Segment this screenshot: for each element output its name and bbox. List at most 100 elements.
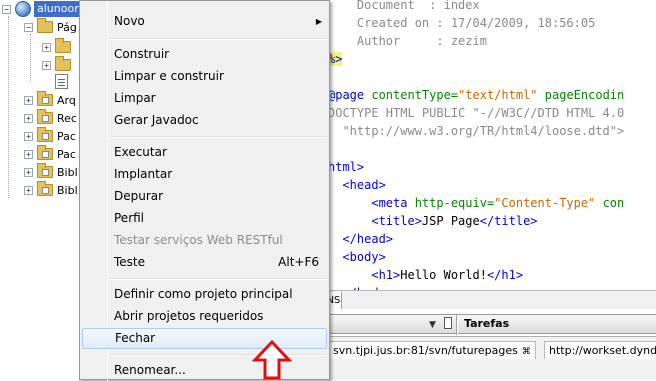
tree-node-label: Pac bbox=[57, 129, 76, 143]
code-line: Document : index bbox=[328, 0, 480, 14]
code-editor[interactable]: Document : index Created on : 17/04/2009… bbox=[326, 0, 656, 290]
tree-connector bbox=[30, 34, 31, 82]
menu-item-teste[interactable]: Teste Alt+F6 bbox=[82, 252, 327, 273]
minimize-window-icon[interactable] bbox=[444, 317, 452, 329]
code-token: </h1> bbox=[486, 268, 524, 282]
expand-icon[interactable]: + bbox=[24, 131, 33, 141]
code-line: Created on : 17/04/2009, 18:56:05 bbox=[328, 14, 595, 32]
code-token: @page bbox=[328, 88, 372, 102]
code-token: "text/html" bbox=[458, 88, 538, 102]
menu-item-label: Executar bbox=[114, 145, 167, 159]
folder-icon bbox=[55, 38, 71, 53]
tree-node-source-packages[interactable]: + Pac bbox=[24, 127, 76, 145]
menu-item-abrir-projetos-requeridos[interactable]: Abrir projetos requeridos bbox=[82, 306, 327, 327]
menu-separator bbox=[110, 278, 327, 280]
dropdown-arrow-icon[interactable]: ▼ bbox=[429, 320, 436, 330]
code-line: @page contentType="text/html" pageEncodi… bbox=[328, 86, 624, 104]
expand-icon[interactable]: + bbox=[24, 113, 33, 123]
menu-item-gerar-javadoc[interactable]: Gerar Javadoc bbox=[82, 110, 327, 131]
collapse-icon[interactable]: − bbox=[2, 4, 11, 14]
menu-item-label: Perfil bbox=[114, 211, 145, 225]
code-token: <h1> bbox=[328, 268, 401, 282]
code-line: Author : zezim bbox=[328, 32, 487, 50]
menu-item-implantar[interactable]: Implantar bbox=[82, 164, 327, 185]
code-token: Author : zezim bbox=[328, 34, 487, 48]
expand-icon[interactable]: + bbox=[24, 149, 33, 159]
menu-item-limpar-e-construir[interactable]: Limpar e construir bbox=[82, 66, 327, 87]
folder-icon bbox=[37, 109, 53, 124]
tree-node-label: Bibl bbox=[57, 183, 78, 197]
close-tab-icon[interactable]: ⌘ bbox=[522, 347, 531, 357]
code-line: <head> bbox=[328, 176, 386, 194]
code-line: <title>JSP Page</title> bbox=[328, 212, 538, 230]
tree-node-file[interactable] bbox=[55, 72, 72, 90]
menu-item-construir[interactable]: Construir bbox=[82, 44, 327, 65]
code-token: pageEncodin bbox=[537, 88, 625, 102]
code-token: <meta bbox=[328, 196, 415, 210]
menu-item-label: Renomear... bbox=[114, 363, 186, 377]
tree-node-resources[interactable]: + Rec bbox=[24, 109, 77, 127]
tree-node-web-pages[interactable]: − Pág bbox=[24, 18, 77, 36]
expand-icon[interactable]: + bbox=[24, 167, 33, 177]
menu-item-perfil[interactable]: Perfil bbox=[82, 208, 327, 229]
menu-item-limpar[interactable]: Limpar bbox=[82, 88, 327, 109]
tab-svn-url[interactable]: svn.tjpi.jus.br:81/svn/futurepages ⌘ bbox=[328, 341, 536, 359]
submenu-arrow-icon: ▶ bbox=[315, 17, 322, 26]
expand-icon[interactable]: + bbox=[42, 60, 51, 70]
code-token: <body> bbox=[328, 250, 386, 264]
tab-workset-url[interactable]: http://workset.dyndns bbox=[544, 341, 656, 359]
expand-icon[interactable]: + bbox=[42, 42, 51, 52]
code-token: %> bbox=[328, 52, 343, 66]
tree-node-test-libraries[interactable]: + Bibl bbox=[24, 181, 78, 199]
tree-node-label: Bibl bbox=[57, 165, 78, 179]
menu-shortcut: Alt+F6 bbox=[278, 255, 319, 269]
tree-node-label: Arq bbox=[57, 93, 76, 107]
menu-item-label: Testar serviços Web RESTful bbox=[114, 233, 283, 247]
package-folder-icon bbox=[37, 145, 53, 160]
menu-item-label: Gerar Javadoc bbox=[114, 113, 199, 127]
menu-item-label: Limpar e construir bbox=[114, 69, 224, 83]
menu-item-definir-projeto-principal[interactable]: Definir como projeto principal bbox=[82, 284, 327, 305]
menu-item-label: Definir como projeto principal bbox=[114, 287, 293, 301]
url-tabs-strip: svn.tjpi.jus.br:81/svn/futurepages ⌘ http… bbox=[326, 336, 656, 380]
tree-connector bbox=[8, 16, 9, 198]
tree-node-folder[interactable]: + bbox=[42, 38, 75, 56]
tree-node-libraries[interactable]: + Bibl bbox=[24, 163, 78, 181]
menu-item-label: Teste bbox=[114, 255, 146, 269]
expand-icon[interactable]: + bbox=[24, 185, 33, 195]
tree-node-config-files[interactable]: + Arq bbox=[24, 91, 76, 109]
tab-label: http://workset.dyndns bbox=[549, 344, 656, 357]
menu-item-executar[interactable]: Executar bbox=[82, 142, 327, 163]
collapse-icon[interactable]: − bbox=[24, 22, 33, 32]
tree-node-test-packages[interactable]: + Pac bbox=[24, 145, 76, 163]
code-line: DOCTYPE HTML PUBLIC "-//W3C//DTD HTML 4.… bbox=[328, 104, 624, 122]
folder-icon bbox=[37, 18, 53, 33]
code-line: %> bbox=[328, 50, 343, 68]
code-token: </title> bbox=[479, 214, 538, 228]
menu-separator bbox=[110, 354, 327, 356]
divider bbox=[456, 315, 458, 335]
menu-item-novo[interactable]: Novo ▶ bbox=[82, 11, 327, 32]
code-token: html> bbox=[328, 160, 365, 174]
package-folder-icon bbox=[37, 127, 53, 142]
code-token: Hello World! bbox=[400, 268, 487, 282]
menu-item-testar-servicos-restful: Testar serviços Web RESTful bbox=[82, 230, 327, 251]
code-line: <meta http-equiv="Content-Type" con bbox=[328, 194, 624, 212]
code-line: "http://www.w3.org/TR/html4/loose.dtd"> bbox=[328, 122, 624, 140]
menu-item-label: Implantar bbox=[114, 167, 173, 181]
menu-separator bbox=[110, 38, 327, 40]
code-token: contentType= bbox=[371, 88, 459, 102]
code-token: <head> bbox=[328, 178, 386, 192]
code-token: Created on : 17/04/2009, 18:56:05 bbox=[328, 16, 596, 30]
tab-tasks[interactable]: Tarefas bbox=[464, 317, 509, 330]
tab-label: svn.tjpi.jus.br:81/svn/futurepages bbox=[333, 344, 518, 357]
menu-item-label: Limpar bbox=[114, 91, 156, 105]
project-context-menu: Novo ▶ Construir Limpar e construir Limp… bbox=[79, 0, 330, 381]
expand-icon[interactable]: + bbox=[24, 95, 33, 105]
tree-node-label: Pág bbox=[57, 20, 77, 34]
menu-item-depurar[interactable]: Depurar bbox=[82, 186, 327, 207]
code-token: JSP Page bbox=[421, 214, 480, 228]
code-token: "Content-Type" bbox=[494, 196, 596, 210]
code-token: con bbox=[595, 196, 625, 210]
output-panel-header: ▼ Tarefas bbox=[326, 314, 656, 335]
